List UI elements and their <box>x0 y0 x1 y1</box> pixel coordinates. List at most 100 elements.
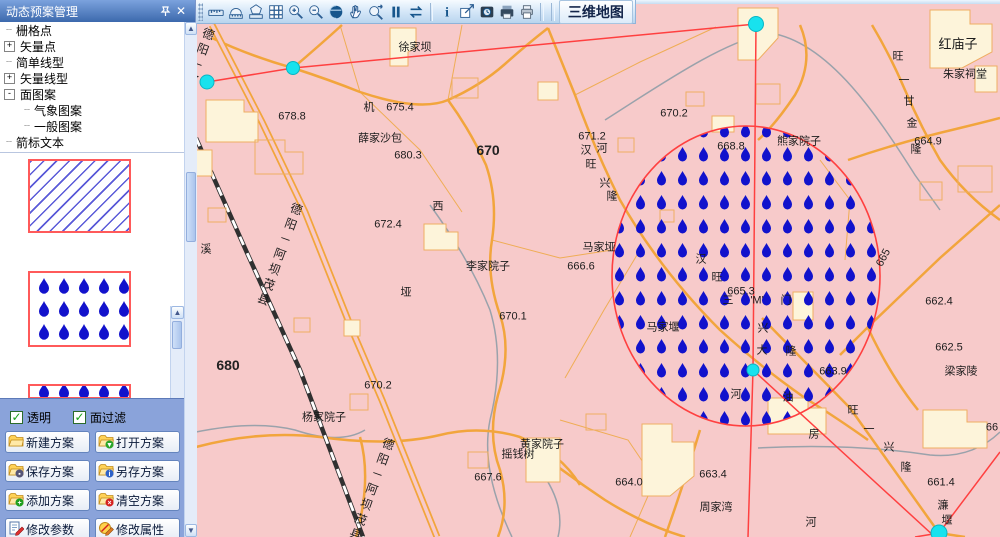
sidebar-tree-item-矢量点[interactable]: +矢量点 <box>0 38 184 54</box>
application-window: 徐家坝678.8机675.4薛家沙包680.3670671.2汉河旺兴隆670.… <box>0 0 1000 537</box>
sidebar-tree-item-栅格点[interactable]: ┄栅格点 <box>0 22 184 38</box>
globe-icon[interactable] <box>326 2 345 22</box>
button-label: 添加方案 <box>26 492 74 509</box>
button-保存方案[interactable]: ▪保存方案 <box>5 460 90 482</box>
tree-item-label[interactable]: 箭标文本 <box>14 134 66 151</box>
tree-guide: ┄ <box>4 57 14 68</box>
tree-item-label[interactable]: 面图案 <box>18 86 58 103</box>
close-icon[interactable]: ✕ <box>173 4 189 18</box>
button-label: 修改属性 <box>116 521 164 537</box>
layer-tree: ┄栅格点+矢量点┄简单线型+矢量线型-面图案┄气象图案┄一般图案┄箭标文本 <box>0 22 184 152</box>
button-新建方案[interactable]: 新建方案 <box>5 431 90 453</box>
button-另存方案[interactable]: i 另存方案 <box>95 460 180 482</box>
sidebar-tree-item-一般图案[interactable]: ┄一般图案 <box>0 118 184 134</box>
zoom-prev-icon[interactable] <box>366 2 385 22</box>
sidebar-tree-item-简单线型[interactable]: ┄简单线型 <box>0 54 184 70</box>
button-修改属性[interactable]: 修改属性 <box>95 518 180 537</box>
vertex-handle[interactable] <box>747 364 759 376</box>
plan-controls: ✓透明✓面过滤 新建方案▼打开方案▪保存方案i另存方案+添加方案×清空方案修改参… <box>0 398 184 537</box>
tree-guide: ┄ <box>22 105 32 116</box>
map-toolbar: i 三维地图 <box>196 0 636 24</box>
button-修改参数[interactable]: 修改参数 <box>5 518 90 537</box>
map-3d-button[interactable]: 三维地图 <box>559 0 633 24</box>
tree-item-label[interactable]: 一般图案 <box>32 118 84 135</box>
button-label: 修改参数 <box>26 521 74 537</box>
measure-distance-icon[interactable] <box>206 2 225 22</box>
grid-icon[interactable] <box>266 2 285 22</box>
svg-text:i: i <box>109 471 111 478</box>
folder-saveas-icon: i <box>98 462 114 481</box>
measure-dome-icon[interactable] <box>226 2 245 22</box>
scroll-up-button[interactable]: ▲ <box>171 306 184 319</box>
sidebar-tree-item-箭标文本[interactable]: ┄箭标文本 <box>0 134 184 150</box>
tree-item-label[interactable]: 栅格点 <box>14 22 54 39</box>
toolbar-separator <box>540 3 544 21</box>
plan-button-grid: 新建方案▼打开方案▪保存方案i另存方案+添加方案×清空方案修改参数修改属性 <box>5 431 180 537</box>
sidebar-tree-item-矢量线型[interactable]: +矢量线型 <box>0 70 184 86</box>
vertex-handle[interactable] <box>931 525 947 537</box>
svg-text:▼: ▼ <box>106 442 113 449</box>
button-label: 保存方案 <box>26 463 74 480</box>
checkbox-label: 面过滤 <box>90 409 126 426</box>
folder-new-icon <box>8 433 24 452</box>
tree-item-label[interactable]: 矢量线型 <box>18 70 70 87</box>
drops-swatch-partial[interactable] <box>28 384 131 399</box>
export-icon[interactable] <box>457 2 476 22</box>
snapshot-icon[interactable] <box>477 2 496 22</box>
vertex-handle[interactable] <box>287 62 300 75</box>
plot-icon[interactable] <box>497 2 516 22</box>
panel-scrollbar[interactable]: ▲ ▼ <box>184 22 197 537</box>
edit-params-icon <box>8 520 24 537</box>
vertex-handle[interactable] <box>749 17 764 32</box>
panel-title-bar: 动态预案管理 ✕ <box>0 0 195 22</box>
folder-clear-icon: × <box>98 491 114 510</box>
tree-guide: ┄ <box>4 25 14 36</box>
checkbox-icon[interactable]: ✓ <box>10 411 23 424</box>
plan-manager-panel: 动态预案管理 ✕ ┄栅格点+矢量点┄简单线型+矢量线型-面图案┄气象图案┄一般图… <box>0 0 196 537</box>
tree-item-label[interactable]: 气象图案 <box>32 102 84 119</box>
toolbar-grip[interactable] <box>198 3 203 21</box>
sidebar-tree-item-面图案[interactable]: -面图案 <box>0 86 184 102</box>
folder-open-icon: ▼ <box>98 433 114 452</box>
checkbox-icon[interactable]: ✓ <box>73 411 86 424</box>
tree-item-label[interactable]: 简单线型 <box>14 54 66 71</box>
drops-swatch[interactable] <box>28 271 131 347</box>
vertex-handle[interactable] <box>200 75 214 89</box>
measure-polygon-icon[interactable] <box>246 2 265 22</box>
svg-text:+: + <box>17 500 21 507</box>
folder-save-icon: ▪ <box>8 462 24 481</box>
button-label: 新建方案 <box>26 434 74 451</box>
toolbar-separator <box>430 3 434 21</box>
zoom-in-icon[interactable] <box>286 2 305 22</box>
svg-text:i: i <box>445 4 449 19</box>
button-清空方案[interactable]: ×清空方案 <box>95 489 180 511</box>
tree-toggle-icon[interactable]: - <box>4 89 15 100</box>
pause-icon[interactable] <box>386 2 405 22</box>
tree-guide: ┄ <box>4 137 14 148</box>
flood-zone-ellipse[interactable] <box>612 126 880 426</box>
checkbox-透明[interactable]: ✓ 透明 <box>10 409 51 426</box>
scroll-down-button[interactable]: ▼ <box>185 524 197 537</box>
pin-icon[interactable] <box>157 4 173 18</box>
checkbox-row: ✓ 透明 ✓ 面过滤 <box>10 409 126 426</box>
scroll-up-button[interactable]: ▲ <box>185 22 197 35</box>
tree-toggle-icon[interactable]: + <box>4 73 15 84</box>
button-label: 另存方案 <box>116 463 164 480</box>
pan-hand-icon[interactable] <box>346 2 365 22</box>
checkbox-面过滤[interactable]: ✓ 面过滤 <box>73 409 126 426</box>
edit-props-icon <box>98 520 114 537</box>
sidebar-tree-item-气象图案[interactable]: ┄气象图案 <box>0 102 184 118</box>
toolbar-separator <box>551 3 555 21</box>
zoom-out-icon[interactable] <box>306 2 325 22</box>
scroll-thumb[interactable] <box>186 172 196 242</box>
print-icon[interactable] <box>517 2 536 22</box>
hatch-swatch[interactable] <box>28 159 131 233</box>
scroll-thumb[interactable] <box>172 321 182 349</box>
button-添加方案[interactable]: + 添加方案 <box>5 489 90 511</box>
tree-toggle-icon[interactable]: + <box>4 41 15 52</box>
button-打开方案[interactable]: ▼打开方案 <box>95 431 180 453</box>
swap-icon[interactable] <box>407 2 426 22</box>
checkbox-label: 透明 <box>27 409 51 426</box>
info-icon[interactable]: i <box>437 2 456 22</box>
tree-item-label[interactable]: 矢量点 <box>18 38 58 55</box>
